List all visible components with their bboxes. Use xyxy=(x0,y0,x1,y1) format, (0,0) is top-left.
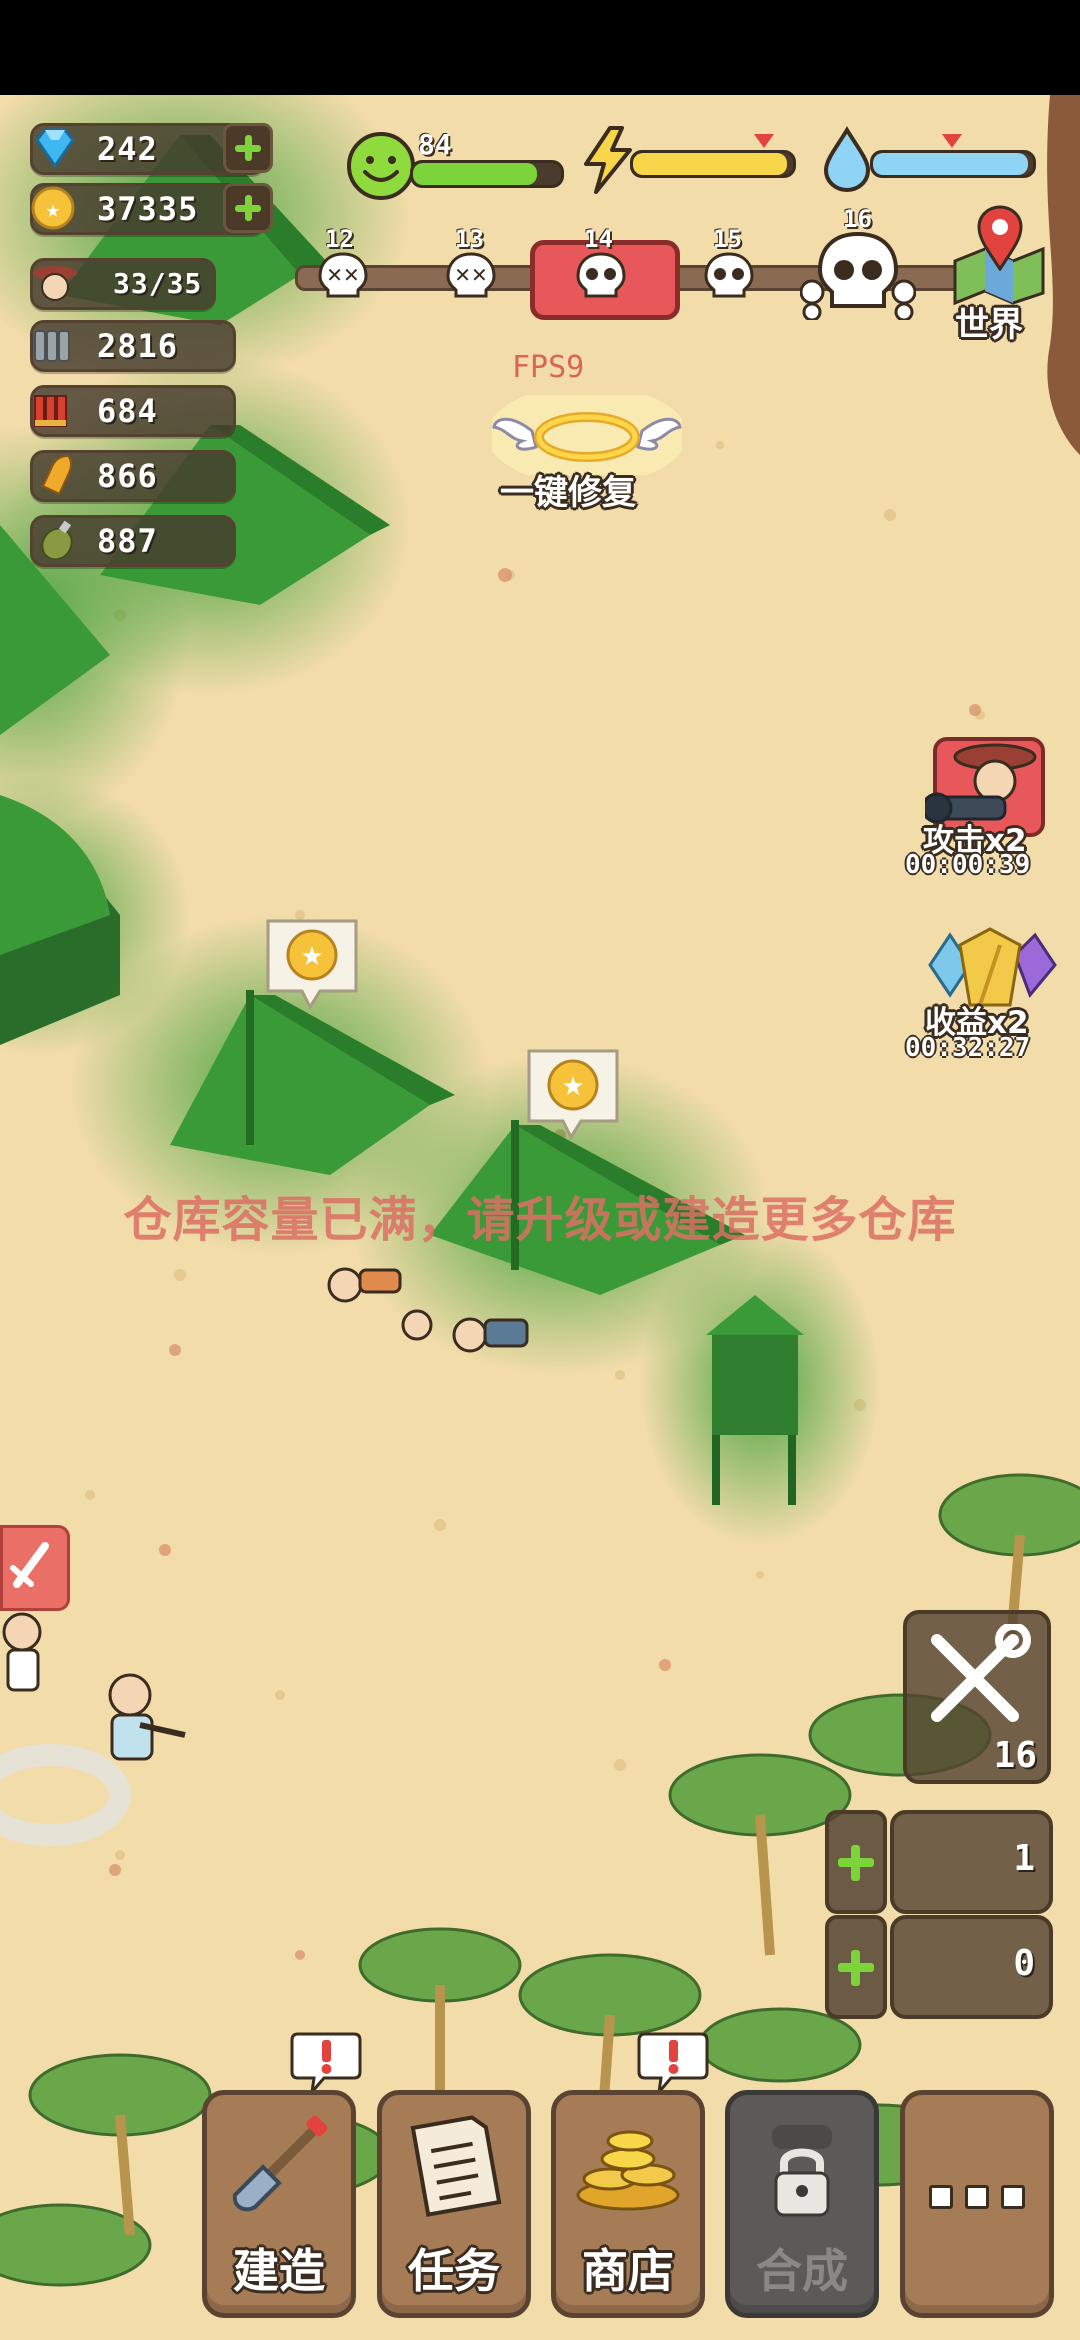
diamond-icon xyxy=(35,128,75,169)
fps-counter: FPS9 xyxy=(512,350,585,385)
repair-tools-slot[interactable]: 16 xyxy=(903,1610,1051,1784)
attack-buff-timer: 00:00:39 xyxy=(905,850,1031,880)
coin-bubble-icon[interactable]: ★ xyxy=(262,915,362,1015)
warehouse-full-message: 仓库容量已满，请升级或建造更多仓库 xyxy=(123,1192,957,1248)
location-pin-icon xyxy=(977,205,1023,271)
water-bar xyxy=(870,150,1036,178)
ammo-clips-value: 2816 xyxy=(97,327,179,365)
svg-text:★: ★ xyxy=(561,1072,584,1102)
more-dots-icon xyxy=(905,2185,1049,2213)
smiley-mood-icon xyxy=(347,132,415,200)
lightning-energy-icon xyxy=(584,126,632,194)
cowboy-avatar-icon xyxy=(33,266,77,301)
game-screen: ★ ★ FPS9 仓库容量已满，请升级或建造更多仓库 242 ★ 37335 3… xyxy=(0,0,1080,2340)
scroll-document-icon xyxy=(410,2115,502,2217)
bullets-counter: 866 xyxy=(30,450,236,502)
nav-craft-label: 合成 xyxy=(756,2244,848,2298)
skull-icon xyxy=(704,252,754,298)
water-drop-icon xyxy=(823,126,871,192)
world-map-button[interactable]: 世界 xyxy=(945,205,1055,345)
skull-icon xyxy=(576,252,626,298)
slot2-count: 0 xyxy=(1013,1943,1035,1984)
svg-text:✕✕: ✕✕ xyxy=(454,263,488,287)
repair-tools-count: 16 xyxy=(993,1735,1037,1776)
mood-value: 84 xyxy=(418,128,452,161)
svg-text:★: ★ xyxy=(300,942,323,972)
population-value: 33/35 xyxy=(113,267,203,300)
bullet-icon xyxy=(41,454,73,496)
shotgun-shell-icon xyxy=(34,395,67,427)
slot1-count: 1 xyxy=(1013,1838,1035,1879)
water-marker-icon xyxy=(942,134,962,148)
skull-icon: ✕✕ xyxy=(446,252,496,298)
add-slot2-button[interactable] xyxy=(825,1915,887,2019)
wrench-screwdriver-icon xyxy=(931,1624,1031,1722)
boss-skull-icon xyxy=(800,231,916,320)
one-click-repair-button[interactable]: 一键修复 xyxy=(492,395,682,515)
lock-icon xyxy=(772,2125,832,2217)
gems-value: 242 xyxy=(97,130,158,168)
income-buff-button[interactable]: 收益x2 00:32:27 xyxy=(905,925,1075,1075)
build-alert-icon xyxy=(290,2032,362,2094)
ammo-clips-counter: 2816 xyxy=(30,320,236,372)
nav-build-label: 建造 xyxy=(233,2244,325,2298)
nav-tasks-label: 任务 xyxy=(408,2244,500,2298)
attack-buff-button[interactable]: 攻击x2 00:00:39 xyxy=(905,730,1075,890)
shotgun-shells-value: 684 xyxy=(97,392,158,430)
mood-bar xyxy=(410,160,564,188)
winged-halo-icon xyxy=(492,395,682,475)
energy-marker-icon xyxy=(754,134,774,148)
nav-shop-label: 商店 xyxy=(582,2244,674,2298)
world-label: 世界 xyxy=(955,305,1023,345)
shovel-icon xyxy=(232,2115,328,2212)
shotgun-shells-counter: 684 xyxy=(30,385,236,437)
svg-text:★: ★ xyxy=(46,195,60,223)
item-slot-2[interactable]: 0 xyxy=(890,1915,1053,2019)
wave-label-13: 13 xyxy=(455,225,484,253)
wave-label-16: 16 xyxy=(843,205,872,233)
sword-icon xyxy=(10,1542,49,1588)
add-slot1-button[interactable] xyxy=(825,1810,887,1914)
mood-bar-fill xyxy=(413,163,538,185)
shop-alert-icon xyxy=(637,2032,709,2094)
repair-label: 一键修复 xyxy=(500,473,636,513)
coin-bubble-icon[interactable]: ★ xyxy=(523,1045,623,1145)
svg-text:✕✕: ✕✕ xyxy=(326,263,360,287)
wave-label-12: 12 xyxy=(325,225,354,253)
nav-more-button[interactable] xyxy=(900,2090,1054,2318)
nav-craft-button[interactable]: 合成 xyxy=(725,2090,879,2318)
grenades-value: 887 xyxy=(97,522,158,560)
gold-coins-pile-icon xyxy=(576,2130,680,2211)
income-buff-timer: 00:32:27 xyxy=(905,1033,1031,1063)
grenade-icon xyxy=(41,520,73,561)
battle-tab-button[interactable] xyxy=(0,1525,70,1611)
nav-tasks-button[interactable]: 任务 xyxy=(377,2090,531,2318)
ammo-clip-icon xyxy=(34,330,70,362)
skull-icon: ✕✕ xyxy=(318,252,368,298)
bullets-value: 866 xyxy=(97,457,158,495)
wave-label-14: 14 xyxy=(584,225,613,253)
nav-build-button[interactable]: 建造 xyxy=(202,2090,356,2318)
wave-label-15: 15 xyxy=(713,225,742,253)
water-bar-fill xyxy=(873,153,1029,175)
add-coins-button[interactable] xyxy=(223,183,273,233)
add-gems-button[interactable] xyxy=(223,123,273,173)
grenades-counter: 887 xyxy=(30,515,236,567)
population-counter: 33/35 xyxy=(30,258,216,310)
nav-shop-button[interactable]: 商店 xyxy=(551,2090,705,2318)
energy-bar-fill xyxy=(633,153,787,175)
coins-value: 37335 xyxy=(97,190,199,228)
item-slot-1[interactable]: 1 xyxy=(890,1810,1053,1914)
energy-bar xyxy=(630,150,796,178)
coin-icon: ★ xyxy=(31,186,75,230)
